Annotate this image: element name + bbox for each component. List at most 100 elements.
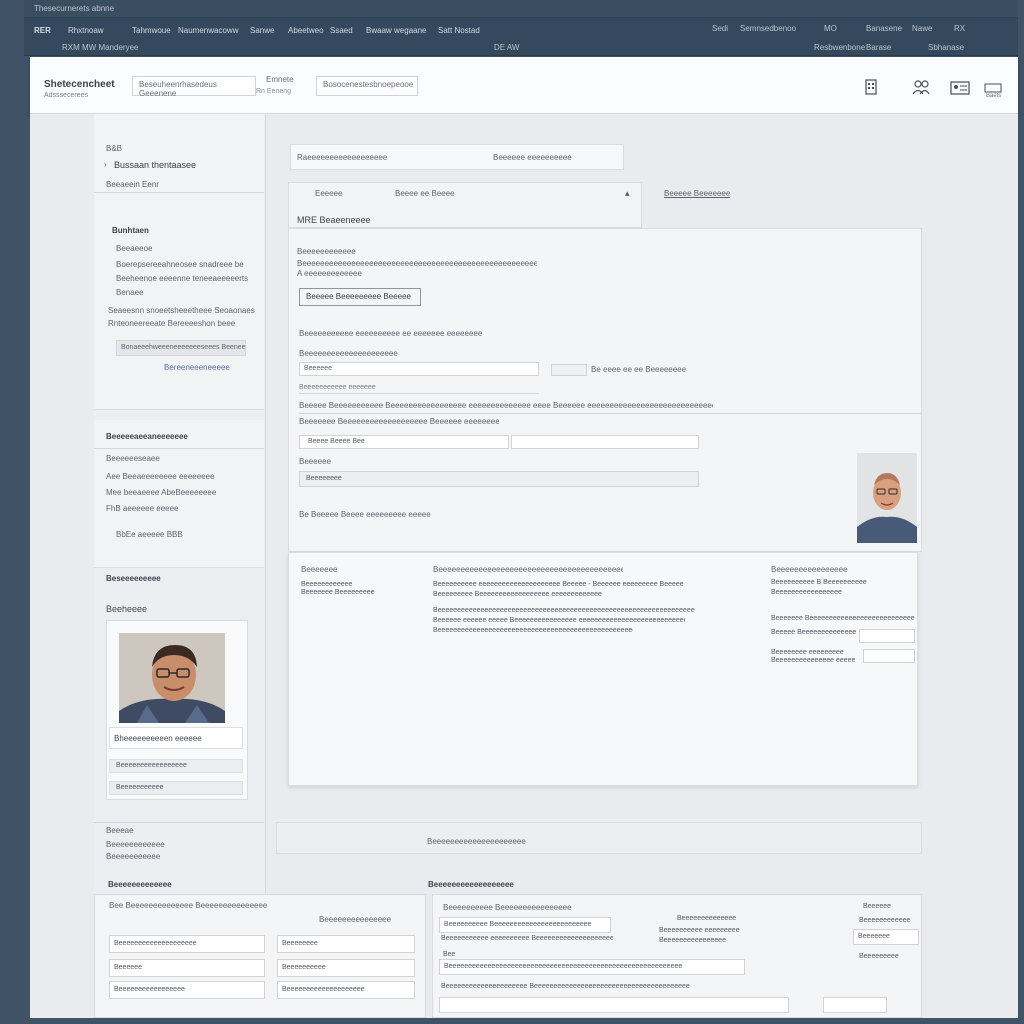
left-item-0[interactable]: Beeaeeoe xyxy=(116,244,152,253)
field2-dropdown[interactable] xyxy=(511,435,699,449)
field3-label: Beeeeee xyxy=(299,457,332,466)
left-item-3[interactable]: Benaee xyxy=(116,288,144,297)
bottom-right-2: Beeeeeeeeeeeeeeee xyxy=(659,937,726,944)
left-action-button[interactable]: Bonaeeehweeeneeeeeeeseees Beeneee xyxy=(116,340,246,356)
field2-label: Beeeeeee Beeeeeeeeeeeeeeeeeee Beeeeee ee… xyxy=(299,417,499,426)
detail-mid-line-1: Beeeeeeeee Beeeeeeeeeeeeeeeeee eeeeeeeee… xyxy=(433,591,602,598)
detail-right-line-5: Beeeeeeeeeeeeeee eeeee xyxy=(771,657,856,664)
detail-left-0: Beeeeeee xyxy=(301,565,338,574)
bottom-section-title-left: Beeeeeeeeeeeee xyxy=(108,880,172,889)
nav-item-4[interactable]: Abeetweo xyxy=(288,26,324,35)
bottom-row-2-b[interactable]: Beeeeeeeeeeeeeeeeeeee xyxy=(277,981,415,999)
divider xyxy=(299,393,539,394)
bottom-mid-3: Bee xyxy=(443,951,456,958)
group2-item-2[interactable]: Mee beeaeeee AbeBeeeeeeee xyxy=(106,488,216,497)
group2-item-1[interactable]: Aee Beeaeeeeeeee eeeeeeee xyxy=(106,472,215,481)
footer-item-0[interactable]: Beeeae xyxy=(106,826,134,835)
bottom-row-1-b[interactable]: Beeeeeeeeee xyxy=(277,959,415,977)
profile-photo-card: Bheeeeeeeeeen eeeeee Beeeeeeeeeeeeeeeee … xyxy=(106,620,248,800)
detail-left-1: Beeeeeeeeeeee xyxy=(301,581,353,588)
bottom-mid-1[interactable]: Beeeeeeeeee Beeeeeeeeeeeeeeeeeeeeeeeee xyxy=(439,917,611,933)
nav-item-5[interactable]: Ssaed xyxy=(330,26,353,35)
content-search-bar[interactable]: Raeeeeeeeeeeeeeeeeee Beeeeee eeeeeeeeee xyxy=(290,144,624,170)
bottom-long-input[interactable] xyxy=(439,997,789,1013)
field2-input[interactable]: Beeee Beeee Bee xyxy=(299,435,509,449)
bottom-row-1-a[interactable]: Beeeeee xyxy=(109,959,265,977)
group2-item-3[interactable]: FhB aeeeeee eeeee xyxy=(106,504,179,513)
bottom-row-2-a[interactable]: Beeeeeeeeeeeeeeeee xyxy=(109,981,265,999)
top-chrome-bar: Thesecurnerets abnne RER Rhxtnoaw Tahmwo… xyxy=(24,0,1018,56)
tab-0[interactable]: Eeeeee xyxy=(315,189,343,198)
bottom-table-head-1: Beeeeeeeeeeeeeee xyxy=(319,915,392,924)
detail-right-line-1: Beeeeeeeeeeeeeeeee xyxy=(771,589,842,596)
primary-action-button[interactable]: Beeeee Beeeeeeeee Beeeee xyxy=(299,288,421,306)
avatar xyxy=(119,633,225,723)
left-item-1[interactable]: Boerepsereeahneosee snadreee be xyxy=(116,260,244,269)
nav-item-7[interactable]: Satt Nostad xyxy=(438,26,480,35)
building-icon[interactable] xyxy=(864,79,878,95)
field1-side-text: Be eeee ee ee Beeeeeeee xyxy=(591,365,687,374)
lower-strip: Beeeeeeeeeeeeeeeeeeeee xyxy=(276,822,922,854)
group2-title: Beeeeeaeeaneeeeeee xyxy=(106,432,188,441)
nav-item-0[interactable]: Rhxtnoaw xyxy=(68,26,104,35)
bottom-right-3: Beeeeee xyxy=(863,903,892,910)
nav-item-1[interactable]: Tahmwoue xyxy=(132,26,171,35)
nav-item-3[interactable]: Sanwe xyxy=(250,26,274,35)
left-item-4[interactable]: Seaeesnn snoeetsheeetheee Seoaonaes xyxy=(108,306,255,315)
bottom-mid-4[interactable]: Beeeeeeeeeeeeeeeeeeeeeeeeeeeeeeeeeeeeeee… xyxy=(439,959,745,975)
chevron-up-icon[interactable]: ▴ xyxy=(625,188,630,199)
footer-item-2[interactable]: Beeeeeeeeeee xyxy=(106,852,160,861)
bottom-right-4: Beeeeeeeeeeee xyxy=(859,917,911,924)
group2-link[interactable]: BbEe aeeeee BBB xyxy=(116,530,183,539)
topbar-right-sub-0: Resbwenbone xyxy=(814,43,866,52)
bottom-right-input[interactable] xyxy=(823,997,887,1013)
detail-right-input-2[interactable] xyxy=(863,649,915,663)
title-strip: Thesecurnerets abnne xyxy=(24,0,1018,18)
topbar-right-3[interactable]: Banasene xyxy=(866,24,902,33)
section-link[interactable]: Beeeee Beeeeeee xyxy=(664,189,730,198)
desc-line-1: Beeeeeeeeeeeeeeeeeeeeeeeeeeeeeeeeeeeeeee… xyxy=(297,259,537,268)
left-top-label: B&B xyxy=(106,144,123,153)
detail-right-line-4: Beeeeeeee eeeeeeeee xyxy=(771,649,844,656)
field1-toggle[interactable] xyxy=(551,364,587,376)
field3-input[interactable]: Beeeeeeee xyxy=(299,471,699,487)
people-icon[interactable] xyxy=(912,79,930,95)
field1-note: Beeeeeeeeeee eeeeeee xyxy=(299,384,376,391)
nav-item-2[interactable]: Naumenwacoww xyxy=(178,26,238,35)
search-left-text: Raeeeeeeeeeeeeeeeeee xyxy=(297,153,388,162)
section-label: Bunhtaen xyxy=(112,226,149,235)
topbar-right-2[interactable]: MO xyxy=(824,24,837,33)
left-item-2[interactable]: Beeheenoe eeeenne teneeaeeeeerts xyxy=(116,274,248,283)
topbar-right-5[interactable]: RX xyxy=(954,24,965,33)
nav-item-6[interactable]: Bwaaw wegaane xyxy=(366,26,426,35)
brand-title: Shetecencheet xyxy=(44,79,115,90)
bottom-row-0-a[interactable]: Beeeeeeeeeeeeeeeeeeee xyxy=(109,935,265,953)
left-item-5[interactable]: Rnteoneereeate Bereeeeshon beee xyxy=(108,319,235,328)
id-card-icon[interactable] xyxy=(950,81,970,95)
long-text-line: Beeeee Beeeeeeeeeee Beeeeeeeeeeeeeeeee e… xyxy=(299,401,713,410)
group2-item-0[interactable]: Beeeeeeseaee xyxy=(106,454,160,463)
badge-icon[interactable] xyxy=(984,83,1002,93)
header-filter-field[interactable]: Bosocenestesbnoepeooe xyxy=(316,76,418,96)
profile-name: Bussaan thentaasee xyxy=(114,160,197,170)
card-footer-line: Be Beeeee Beeee eeeeeeeee eeeee xyxy=(299,510,431,519)
divider xyxy=(94,192,264,193)
topbar-right-1[interactable]: Semnsedbenoo xyxy=(740,24,796,33)
photo-line-2[interactable]: Beeeeeeeeeee xyxy=(109,781,243,795)
tab-1[interactable]: Beeee ee Beeee xyxy=(395,189,455,198)
topbar-right-0[interactable]: Sedi xyxy=(712,24,728,33)
detail-right-input-1[interactable] xyxy=(859,629,915,643)
field1-input[interactable]: Beeeeee xyxy=(299,362,539,376)
chevron-right-icon[interactable]: › xyxy=(104,160,107,169)
bottom-right-5[interactable]: Beeeeeee xyxy=(853,929,919,945)
photo-line-1[interactable]: Beeeeeeeeeeeeeeeee xyxy=(109,759,243,773)
topbar-id[interactable]: RER xyxy=(34,26,51,35)
detail-right-line-2: Beeeeeee Beeeeeeeeeeeeeeeeeeeeeeeeeee xyxy=(771,615,915,622)
footer-item-1[interactable]: Beeeeeeeeeeee xyxy=(106,840,165,849)
left-link[interactable]: Bereeneeeneeeee xyxy=(164,363,230,372)
bottom-row-0-b[interactable]: Beeeeeeee xyxy=(277,935,415,953)
topbar-right-4[interactable]: Nawe xyxy=(912,24,932,33)
header-search-field[interactable]: Beseuheenrhasedeus Geeenene xyxy=(132,76,256,98)
main-form-card: MRE Beaeeneeee Beeeeeeeeeeee Beeeeeeeeee… xyxy=(288,215,922,552)
detail-mid-line-0: Beeeeeeeeee eeeeeeeeeeeeeeeeeeeee Beeeee… xyxy=(433,581,684,588)
